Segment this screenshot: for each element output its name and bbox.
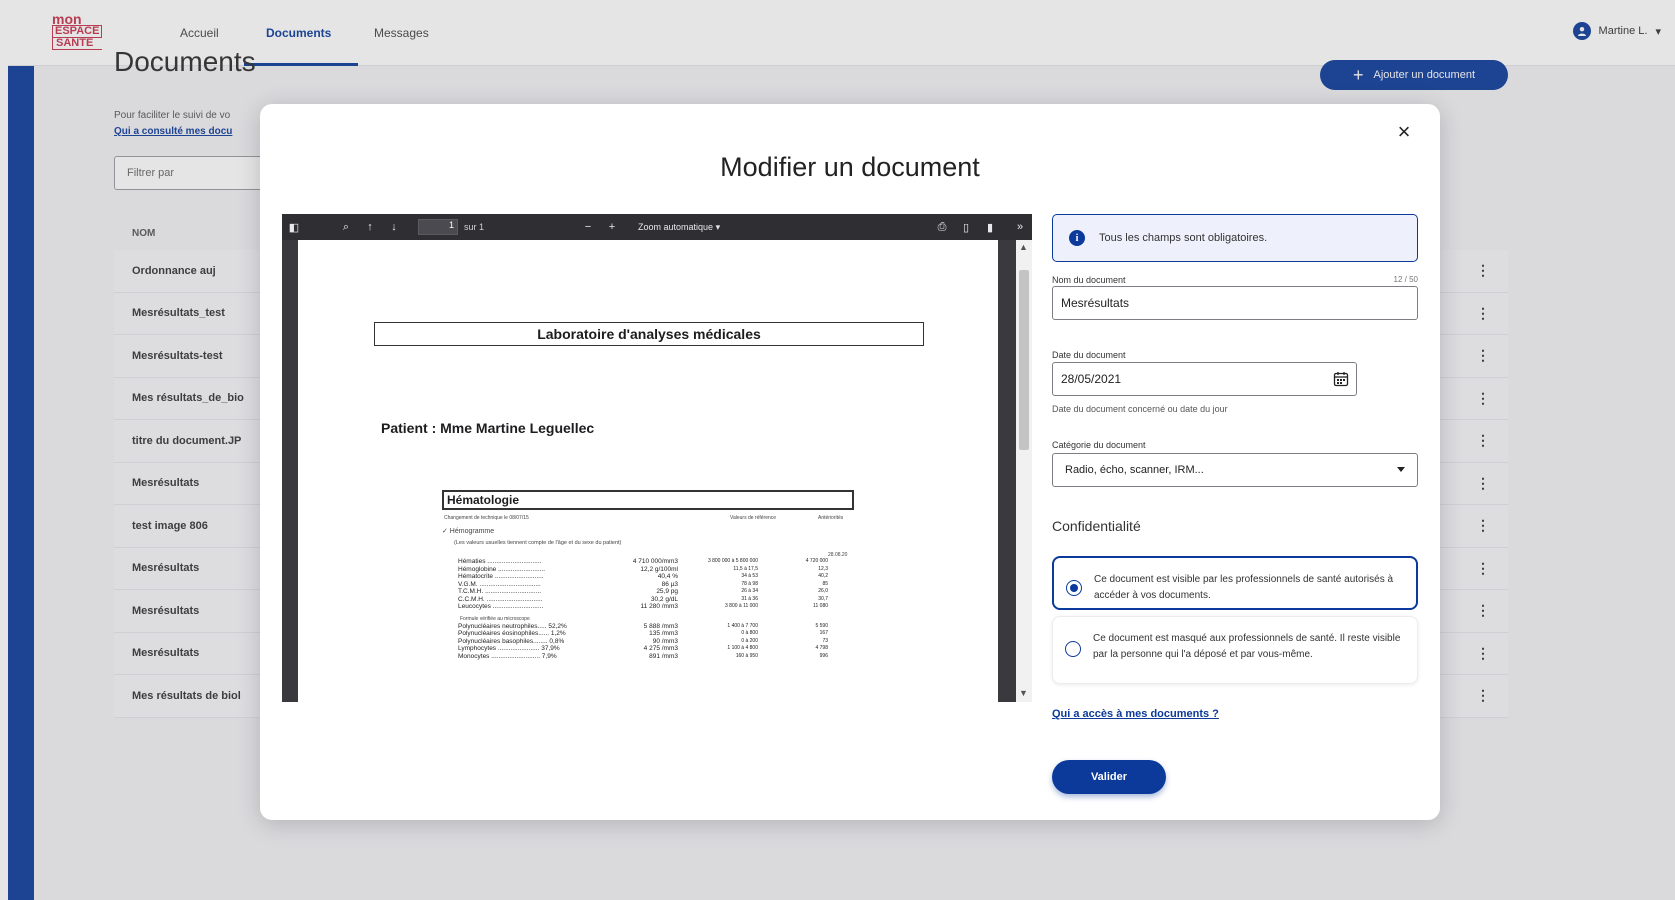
confidentiality-option-visible[interactable]: Ce document est visible par les professi…: [1052, 556, 1418, 610]
document-date-input[interactable]: 28/05/2021: [1052, 362, 1357, 396]
pdf-page: Laboratoire d'analyses médicales Patient…: [298, 240, 998, 702]
radio-checked[interactable]: [1066, 580, 1082, 596]
table-row: Monocytes ........................... 7,…: [458, 652, 828, 660]
download-icon[interactable]: ▯: [954, 221, 978, 234]
search-icon[interactable]: ⌕: [334, 221, 358, 234]
document-date-label: Date du document: [1052, 350, 1126, 360]
scroll-down-icon[interactable]: ▼: [1019, 688, 1028, 698]
table-row: V.G.M. .................................…: [458, 580, 828, 588]
scroll-up-icon[interactable]: ▲: [1019, 242, 1028, 252]
radio-unchecked[interactable]: [1065, 641, 1081, 657]
previous-page-icon[interactable]: ↑: [358, 221, 382, 233]
character-counter: 12 / 50: [1393, 275, 1418, 284]
document-category-select[interactable]: Radio, écho, scanner, IRM...: [1052, 453, 1418, 487]
modal-title: Modifier un document: [720, 152, 980, 182]
close-icon[interactable]: ×: [1390, 118, 1418, 146]
table-row: Hémoglobine .......................... 12…: [458, 565, 828, 573]
pdf-viewer: ◧ ⌕ ↑ ↓ 1 sur 1 − + Zoom automatique ▾ ⎙…: [282, 214, 1032, 702]
next-page-icon[interactable]: ↓: [382, 221, 406, 233]
date-hint: Date du document concerné ou date du jou…: [1052, 404, 1228, 414]
calendar-icon[interactable]: [1332, 370, 1350, 388]
pdf-toolbar: ◧ ⌕ ↑ ↓ 1 sur 1 − + Zoom automatique ▾ ⎙…: [282, 214, 1032, 240]
document-category-label: Catégorie du document: [1052, 440, 1146, 450]
zoom-in-icon[interactable]: +: [600, 221, 624, 233]
info-icon: i: [1069, 230, 1085, 246]
scrollbar-thumb[interactable]: [1019, 270, 1029, 450]
zoom-select[interactable]: Zoom automatique ▾: [632, 222, 726, 233]
confidentiality-option-hidden[interactable]: Ce document est masqué aux professionnel…: [1052, 616, 1418, 684]
edit-document-modal: × Modifier un document ◧ ⌕ ↑ ↓ 1 sur 1 −…: [260, 104, 1440, 820]
table-row: Leucocytes ............................ 1…: [458, 603, 828, 610]
table-row: Lymphocytes ....................... 37,9…: [458, 645, 828, 652]
table-row: Polynucléaires neutrophiles..... 52,2% 5 …: [458, 622, 828, 630]
table-row: T.C.M.H. ...............................…: [458, 588, 828, 595]
print-icon[interactable]: ⎙: [930, 221, 954, 234]
page-number-input[interactable]: 1: [418, 219, 458, 235]
zoom-out-icon[interactable]: −: [576, 221, 600, 233]
validate-button[interactable]: Valider: [1052, 760, 1166, 794]
chevron-down-icon: [1397, 467, 1405, 472]
table-row: Hématies .............................. 4…: [458, 558, 828, 565]
document-name-input[interactable]: Mesrésultats: [1052, 286, 1418, 320]
bookmark-icon[interactable]: ▮: [978, 221, 1002, 234]
sidebar-toggle-icon[interactable]: ◧: [282, 221, 306, 234]
more-tools-icon[interactable]: »: [1008, 221, 1032, 233]
hematology-table: Hématies .............................. 4…: [458, 558, 858, 660]
table-row: Polynucléaires basophiles........ 0,8% 90…: [458, 637, 828, 645]
table-row: C.C.M.H. ...............................…: [458, 595, 828, 603]
patient-name: Patient : Mme Martine Leguellec: [381, 420, 595, 436]
pdf-scrollbar[interactable]: ▲ ▼: [1016, 240, 1032, 702]
document-access-link[interactable]: Qui a accès à mes documents ?: [1052, 708, 1219, 720]
hematology-heading: Hématologie: [442, 490, 854, 510]
table-row: Polynucléaires éosinophiles...... 1,2% 13…: [458, 630, 828, 637]
info-banner: i Tous les champs sont obligatoires.: [1052, 214, 1418, 262]
confidentiality-heading: Confidentialité: [1052, 518, 1141, 534]
table-row: Hématocrite ........................... 4…: [458, 573, 828, 580]
lab-title: Laboratoire d'analyses médicales: [374, 322, 924, 346]
document-name-label: Nom du document: [1052, 275, 1126, 285]
page-count: sur 1: [464, 222, 485, 232]
